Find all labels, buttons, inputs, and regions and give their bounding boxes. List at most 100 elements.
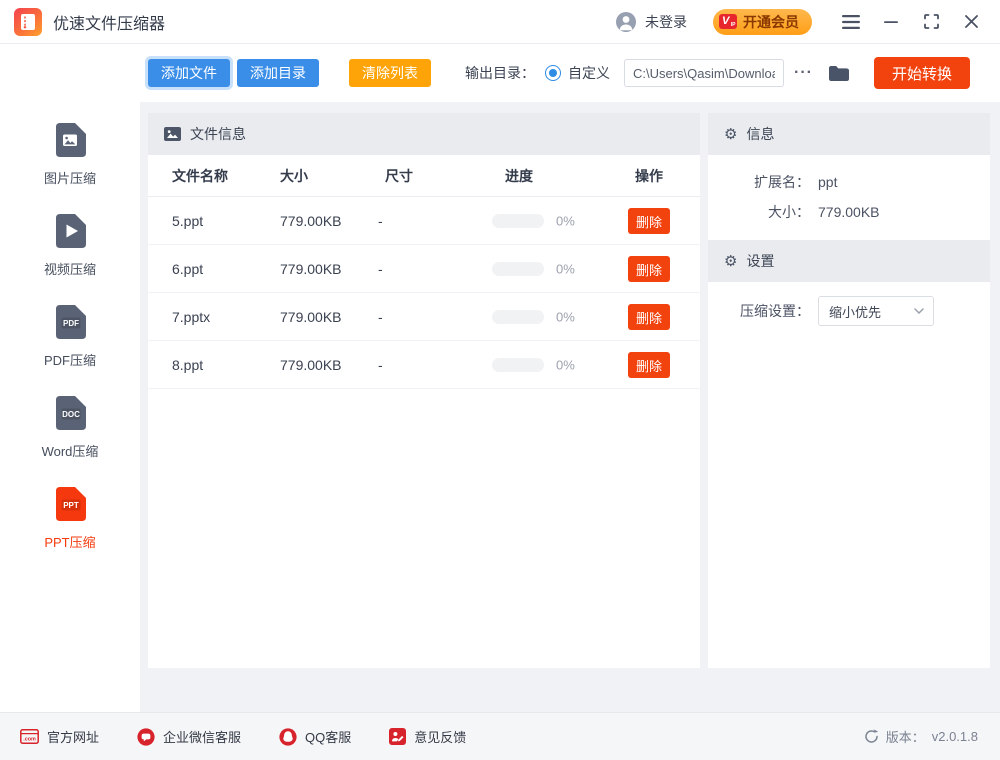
file-dimension: -	[378, 261, 383, 277]
compression-setting-label: 压缩设置：	[708, 301, 810, 321]
update-refresh-icon	[864, 729, 879, 744]
wechat-support-link[interactable]: 企业微信客服	[137, 727, 241, 746]
compression-setting-row: 压缩设置： 缩小优先	[708, 296, 990, 326]
output-directory-label: 输出目录：	[465, 63, 535, 83]
titlebar-right: 未登录 V IP 开通会员	[615, 9, 982, 35]
progress-bar	[492, 214, 544, 228]
file-size: 779.00KB	[280, 261, 342, 277]
custom-output-radio[interactable]	[545, 65, 561, 81]
delete-button[interactable]: 删除	[628, 208, 670, 234]
table-row: 6.ppt 779.00KB - 0% 删除	[148, 245, 700, 293]
version-value: v2.0.1.8	[932, 729, 978, 744]
settings-section-title: 设置	[746, 251, 774, 271]
detail-panel: 信息 扩展名： ppt 大小： 779.00KB 设置 压缩设置： 缩小优先	[708, 113, 990, 668]
maximize-button[interactable]	[920, 11, 942, 33]
info-row-extension: 扩展名： ppt	[708, 167, 990, 197]
version-label: 版本：	[886, 727, 925, 746]
selected-option: 缩小优先	[829, 302, 881, 321]
column-progress: 进度	[505, 166, 533, 186]
menu-icon[interactable]	[840, 11, 862, 33]
user-avatar-icon[interactable]	[615, 11, 637, 33]
sidebar-item-image-compress[interactable]: 图片压缩	[44, 118, 96, 187]
column-dimension: 尺寸	[385, 166, 413, 186]
website-icon: .com	[20, 729, 39, 744]
browse-more-button[interactable]: ···	[794, 64, 813, 82]
file-dimension: -	[378, 213, 383, 229]
file-info-header: 文件信息	[148, 113, 700, 155]
progress-bar	[492, 310, 544, 324]
size-label: 大小：	[708, 202, 810, 222]
svg-text:.com: .com	[23, 737, 36, 743]
minimize-button[interactable]	[880, 11, 902, 33]
sidebar-item-video-compress[interactable]: 视频压缩	[44, 209, 96, 278]
file-size: 779.00KB	[280, 357, 342, 373]
open-membership-button[interactable]: V IP 开通会员	[713, 9, 812, 35]
info-row-size: 大小： 779.00KB	[708, 197, 990, 227]
table-row: 8.ppt 779.00KB - 0% 删除	[148, 341, 700, 389]
zip-document-icon	[20, 13, 36, 31]
ppt-file-icon: PPT	[48, 482, 92, 526]
feedback-icon	[389, 728, 406, 745]
video-file-icon	[48, 209, 92, 253]
sidebar-item-word-compress[interactable]: DOC Word压缩	[42, 391, 99, 460]
sidebar: 图片压缩 视频压缩 PDF PDF压缩 DOC Word压缩	[0, 44, 140, 712]
extension-label: 扩展名：	[708, 172, 810, 192]
qq-support-link[interactable]: QQ客服	[279, 727, 351, 746]
extension-value: ppt	[818, 174, 837, 190]
app-logo-icon	[14, 8, 42, 36]
svg-text:DOC: DOC	[62, 410, 80, 419]
gear-icon	[724, 127, 737, 142]
open-folder-icon[interactable]	[828, 65, 849, 82]
table-row: 7.pptx 779.00KB - 0% 删除	[148, 293, 700, 341]
table-header: 文件名称 大小 尺寸 进度 操作	[148, 155, 700, 197]
chevron-down-icon	[914, 308, 924, 314]
progress-percent: 0%	[556, 309, 575, 324]
start-convert-button[interactable]: 开始转换	[874, 57, 970, 89]
clear-list-button[interactable]: 清除列表	[349, 59, 431, 87]
progress-bar	[492, 262, 544, 276]
file-info-panel: 文件信息 文件名称 大小 尺寸 进度 操作 5.ppt 779.00KB - 0…	[148, 113, 700, 668]
size-value: 779.00KB	[818, 204, 880, 220]
official-website-link[interactable]: .com 官方网址	[20, 727, 99, 746]
file-name: 5.ppt	[172, 213, 203, 229]
add-directory-button[interactable]: 添加目录	[237, 59, 319, 87]
sidebar-item-pdf-compress[interactable]: PDF PDF压缩	[44, 300, 96, 369]
info-section-body: 扩展名： ppt 大小： 779.00KB	[708, 155, 990, 240]
version-info: 版本： v2.0.1.8	[864, 727, 978, 746]
column-action: 操作	[635, 166, 663, 186]
close-button[interactable]	[960, 11, 982, 33]
file-name: 7.pptx	[172, 309, 210, 325]
file-size: 779.00KB	[280, 309, 342, 325]
progress-percent: 0%	[556, 213, 575, 228]
column-filename: 文件名称	[172, 166, 228, 186]
delete-button[interactable]: 删除	[628, 256, 670, 282]
custom-output-label: 自定义	[568, 63, 610, 83]
settings-section-header: 设置	[708, 240, 990, 282]
image-file-icon	[48, 118, 92, 162]
info-section-title: 信息	[746, 124, 774, 144]
sidebar-item-ppt-compress[interactable]: PPT PPT压缩	[44, 482, 95, 551]
output-path-input[interactable]	[624, 59, 784, 87]
compression-mode-select[interactable]: 缩小优先	[818, 296, 934, 326]
output-directory-group: 输出目录： 自定义 ··· 开始转换	[465, 57, 1000, 89]
footer-bar: .com 官方网址 企业微信客服 QQ客服 意见反	[0, 712, 1000, 760]
add-file-button[interactable]: 添加文件	[148, 59, 230, 87]
delete-button[interactable]: 删除	[628, 304, 670, 330]
info-section-header: 信息	[708, 113, 990, 155]
app-title: 优速文件压缩器	[53, 10, 165, 34]
svg-text:PDF: PDF	[63, 319, 79, 328]
file-info-title: 文件信息	[190, 124, 246, 144]
feedback-link[interactable]: 意见反馈	[389, 727, 466, 746]
column-size: 大小	[280, 166, 308, 186]
table-row: 5.ppt 779.00KB - 0% 删除	[148, 197, 700, 245]
svg-text:PPT: PPT	[63, 501, 79, 510]
delete-button[interactable]: 删除	[628, 352, 670, 378]
progress-percent: 0%	[556, 357, 575, 372]
pdf-file-icon: PDF	[48, 300, 92, 344]
file-name: 8.ppt	[172, 357, 203, 373]
membership-label: 开通会员	[743, 12, 799, 32]
toolbar: 添加文件 添加目录 清除列表 输出目录： 自定义 ··· 开始转换	[140, 44, 1000, 102]
gear-icon	[724, 254, 737, 269]
picture-icon	[164, 127, 181, 141]
login-status[interactable]: 未登录	[645, 12, 687, 32]
